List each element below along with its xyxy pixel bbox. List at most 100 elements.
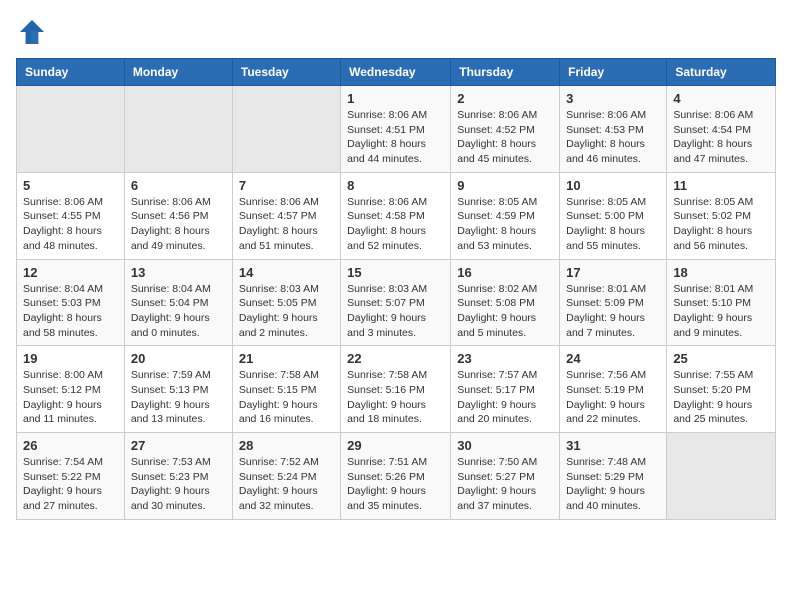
day-number: 10 — [566, 178, 660, 193]
calendar-cell: 30 Sunrise: 7:50 AMSunset: 5:27 PMDayligh… — [451, 433, 560, 520]
day-number: 17 — [566, 265, 660, 280]
day-number: 30 — [457, 438, 553, 453]
day-number: 19 — [23, 351, 118, 366]
day-info: Sunrise: 8:06 AMSunset: 4:55 PMDaylight:… — [23, 195, 118, 254]
calendar-cell: 23 Sunrise: 7:57 AMSunset: 5:17 PMDayligh… — [451, 346, 560, 433]
day-info: Sunrise: 8:04 AMSunset: 5:03 PMDaylight:… — [23, 282, 118, 341]
calendar-cell: 13 Sunrise: 8:04 AMSunset: 5:04 PMDayligh… — [124, 259, 232, 346]
day-info: Sunrise: 8:06 AMSunset: 4:52 PMDaylight:… — [457, 108, 553, 167]
calendar-cell: 7 Sunrise: 8:06 AMSunset: 4:57 PMDaylight… — [232, 172, 340, 259]
calendar-cell: 27 Sunrise: 7:53 AMSunset: 5:23 PMDayligh… — [124, 433, 232, 520]
day-info: Sunrise: 7:55 AMSunset: 5:20 PMDaylight:… — [673, 368, 769, 427]
calendar-cell: 28Sunrise: 7:52 AMSunset: 5:24 PMDayligh… — [232, 433, 340, 520]
calendar-cell: 25Sunrise: 7:55 AMSunset: 5:20 PMDayligh… — [667, 346, 776, 433]
day-info: Sunrise: 8:00 AMSunset: 5:12 PMDaylight:… — [23, 368, 118, 427]
day-number: 14 — [239, 265, 334, 280]
calendar-week-row: 1Sunrise: 8:06 AMSunset: 4:51 PMDaylight… — [17, 86, 776, 173]
calendar-cell: 24Sunrise: 7:56 AMSunset: 5:19 PMDayligh… — [560, 346, 667, 433]
calendar-table: SundayMondayTuesdayWednesdayThursdayFrid… — [16, 58, 776, 520]
calendar-cell — [667, 433, 776, 520]
calendar-cell: 2 Sunrise: 8:06 AMSunset: 4:52 PMDaylight… — [451, 86, 560, 173]
calendar-cell: 9 Sunrise: 8:05 AMSunset: 4:59 PMDaylight… — [451, 172, 560, 259]
calendar-cell: 5 Sunrise: 8:06 AMSunset: 4:55 PMDaylight… — [17, 172, 125, 259]
day-info: Sunrise: 8:05 AMSunset: 4:59 PMDaylight:… — [457, 195, 553, 254]
day-info: Sunrise: 8:03 AMSunset: 5:07 PMDaylight:… — [347, 282, 444, 341]
day-info: Sunrise: 8:01 AMSunset: 5:09 PMDaylight:… — [566, 282, 660, 341]
day-info: Sunrise: 8:06 AMSunset: 4:54 PMDaylight:… — [673, 108, 769, 167]
calendar-cell: 6 Sunrise: 8:06 AMSunset: 4:56 PMDaylight… — [124, 172, 232, 259]
day-info: Sunrise: 7:51 AMSunset: 5:26 PMDaylight:… — [347, 455, 444, 514]
day-info: Sunrise: 8:06 AMSunset: 4:53 PMDaylight:… — [566, 108, 660, 167]
day-info: Sunrise: 7:48 AMSunset: 5:29 PMDaylight:… — [566, 455, 660, 514]
day-number: 18 — [673, 265, 769, 280]
day-number: 31 — [566, 438, 660, 453]
day-info: Sunrise: 8:06 AMSunset: 4:56 PMDaylight:… — [131, 195, 226, 254]
day-number: 27 — [131, 438, 226, 453]
day-info: Sunrise: 7:58 AMSunset: 5:16 PMDaylight:… — [347, 368, 444, 427]
calendar-week-row: 5 Sunrise: 8:06 AMSunset: 4:55 PMDaylight… — [17, 172, 776, 259]
day-info: Sunrise: 7:59 AMSunset: 5:13 PMDaylight:… — [131, 368, 226, 427]
page-header — [16, 16, 776, 48]
weekday-header-saturday: Saturday — [667, 59, 776, 86]
day-number: 12 — [23, 265, 118, 280]
day-number: 16 — [457, 265, 553, 280]
calendar-cell: 26 Sunrise: 7:54 AMSunset: 5:22 PMDayligh… — [17, 433, 125, 520]
calendar-cell: 8Sunrise: 8:06 AMSunset: 4:58 PMDaylight… — [341, 172, 451, 259]
day-info: Sunrise: 7:57 AMSunset: 5:17 PMDaylight:… — [457, 368, 553, 427]
calendar-cell: 19 Sunrise: 8:00 AMSunset: 5:12 PMDayligh… — [17, 346, 125, 433]
calendar-week-row: 12 Sunrise: 8:04 AMSunset: 5:03 PMDayligh… — [17, 259, 776, 346]
weekday-header-tuesday: Tuesday — [232, 59, 340, 86]
day-number: 4 — [673, 91, 769, 106]
day-number: 29 — [347, 438, 444, 453]
calendar-cell: 17 Sunrise: 8:01 AMSunset: 5:09 PMDayligh… — [560, 259, 667, 346]
day-info: Sunrise: 8:04 AMSunset: 5:04 PMDaylight:… — [131, 282, 226, 341]
calendar-cell: 3Sunrise: 8:06 AMSunset: 4:53 PMDaylight… — [560, 86, 667, 173]
day-info: Sunrise: 7:50 AMSunset: 5:27 PMDaylight:… — [457, 455, 553, 514]
calendar-cell: 16 Sunrise: 8:02 AMSunset: 5:08 PMDayligh… — [451, 259, 560, 346]
calendar-cell — [17, 86, 125, 173]
day-number: 9 — [457, 178, 553, 193]
weekday-header-row: SundayMondayTuesdayWednesdayThursdayFrid… — [17, 59, 776, 86]
day-number: 6 — [131, 178, 226, 193]
calendar-cell — [124, 86, 232, 173]
day-number: 21 — [239, 351, 334, 366]
calendar-cell — [232, 86, 340, 173]
logo-icon — [16, 16, 48, 48]
day-info: Sunrise: 7:52 AMSunset: 5:24 PMDaylight:… — [239, 455, 334, 514]
day-info: Sunrise: 8:03 AMSunset: 5:05 PMDaylight:… — [239, 282, 334, 341]
calendar-week-row: 26 Sunrise: 7:54 AMSunset: 5:22 PMDayligh… — [17, 433, 776, 520]
calendar-cell: 20 Sunrise: 7:59 AMSunset: 5:13 PMDayligh… — [124, 346, 232, 433]
calendar-cell: 15Sunrise: 8:03 AMSunset: 5:07 PMDayligh… — [341, 259, 451, 346]
calendar-cell: 10 Sunrise: 8:05 AMSunset: 5:00 PMDayligh… — [560, 172, 667, 259]
day-number: 22 — [347, 351, 444, 366]
calendar-cell: 11 Sunrise: 8:05 AMSunset: 5:02 PMDayligh… — [667, 172, 776, 259]
day-info: Sunrise: 8:06 AMSunset: 4:51 PMDaylight:… — [347, 108, 444, 167]
day-number: 2 — [457, 91, 553, 106]
weekday-header-monday: Monday — [124, 59, 232, 86]
logo — [16, 16, 52, 48]
weekday-header-wednesday: Wednesday — [341, 59, 451, 86]
day-number: 26 — [23, 438, 118, 453]
day-info: Sunrise: 8:05 AMSunset: 5:02 PMDaylight:… — [673, 195, 769, 254]
day-info: Sunrise: 8:06 AMSunset: 4:58 PMDaylight:… — [347, 195, 444, 254]
weekday-header-friday: Friday — [560, 59, 667, 86]
calendar-cell: 31 Sunrise: 7:48 AMSunset: 5:29 PMDayligh… — [560, 433, 667, 520]
day-number: 23 — [457, 351, 553, 366]
calendar-cell: 4 Sunrise: 8:06 AMSunset: 4:54 PMDaylight… — [667, 86, 776, 173]
calendar-cell: 18Sunrise: 8:01 AMSunset: 5:10 PMDayligh… — [667, 259, 776, 346]
day-info: Sunrise: 8:02 AMSunset: 5:08 PMDaylight:… — [457, 282, 553, 341]
day-info: Sunrise: 8:05 AMSunset: 5:00 PMDaylight:… — [566, 195, 660, 254]
calendar-cell: 22 Sunrise: 7:58 AMSunset: 5:16 PMDayligh… — [341, 346, 451, 433]
calendar-cell: 1Sunrise: 8:06 AMSunset: 4:51 PMDaylight… — [341, 86, 451, 173]
day-number: 11 — [673, 178, 769, 193]
day-info: Sunrise: 7:53 AMSunset: 5:23 PMDaylight:… — [131, 455, 226, 514]
day-number: 13 — [131, 265, 226, 280]
day-info: Sunrise: 7:54 AMSunset: 5:22 PMDaylight:… — [23, 455, 118, 514]
calendar-week-row: 19 Sunrise: 8:00 AMSunset: 5:12 PMDayligh… — [17, 346, 776, 433]
day-number: 5 — [23, 178, 118, 193]
day-number: 7 — [239, 178, 334, 193]
day-info: Sunrise: 8:06 AMSunset: 4:57 PMDaylight:… — [239, 195, 334, 254]
day-info: Sunrise: 7:56 AMSunset: 5:19 PMDaylight:… — [566, 368, 660, 427]
calendar-cell: 14 Sunrise: 8:03 AMSunset: 5:05 PMDayligh… — [232, 259, 340, 346]
day-number: 20 — [131, 351, 226, 366]
